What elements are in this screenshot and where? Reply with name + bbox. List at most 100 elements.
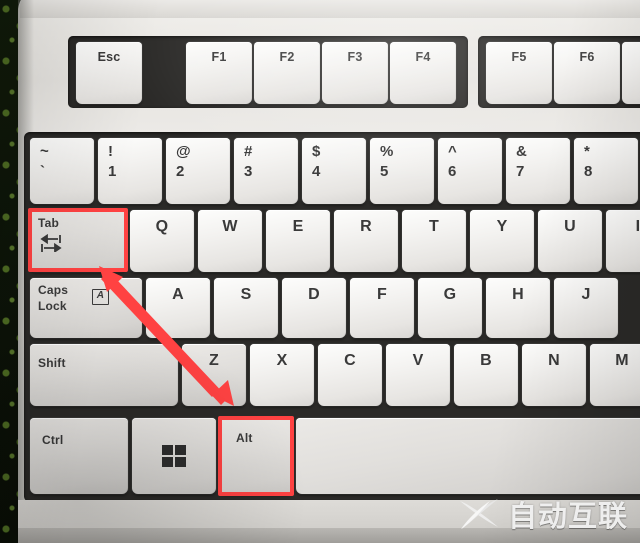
key-ctrl-left-label: Ctrl	[42, 433, 64, 447]
key-v[interactable]: V	[386, 344, 450, 406]
key-space[interactable]	[296, 418, 640, 494]
key-n[interactable]: N	[522, 344, 586, 406]
key-5-base: 5	[380, 163, 389, 180]
key-windows[interactable]	[132, 418, 216, 494]
key-f1[interactable]: F1	[186, 42, 252, 104]
key-q-label: Q	[155, 218, 169, 235]
key-2-shift: @	[176, 143, 191, 160]
key-s-label: S	[240, 286, 252, 303]
key-7-shift: &	[516, 143, 528, 160]
key-tab-label: Tab	[38, 216, 60, 230]
key-s[interactable]: S	[214, 278, 278, 338]
key-f3[interactable]: F3	[322, 42, 388, 104]
key-g[interactable]: G	[418, 278, 482, 338]
keyboard-photo: Esc F1 F2 F3 F4 F5 F6 F ~ ` ! 1 @ 2 # 3 …	[0, 0, 640, 543]
key-h-label: H	[512, 286, 524, 303]
key-f4-label: F4	[415, 50, 431, 64]
key-i-label: I	[635, 218, 640, 235]
key-d[interactable]: D	[282, 278, 346, 338]
key-shift-left-label: Shift	[38, 356, 66, 370]
watermark-text: 自动互联	[507, 499, 628, 533]
key-f2[interactable]: F2	[254, 42, 320, 104]
key-f[interactable]: F	[350, 278, 414, 338]
key-7[interactable]: & 7	[506, 138, 570, 204]
key-backtick-shift: ~	[40, 143, 49, 160]
key-f5-label: F5	[511, 50, 527, 64]
key-6[interactable]: ^ 6	[438, 138, 502, 204]
key-y[interactable]: Y	[470, 210, 534, 272]
key-f-label: F	[377, 286, 387, 303]
key-5[interactable]: % 5	[370, 138, 434, 204]
key-e[interactable]: E	[266, 210, 330, 272]
key-w[interactable]: W	[198, 210, 262, 272]
key-j[interactable]: J	[554, 278, 618, 338]
key-b-label: B	[480, 352, 492, 369]
key-c[interactable]: C	[318, 344, 382, 406]
key-4[interactable]: $ 4	[302, 138, 366, 204]
watermark-x-logo-icon	[459, 499, 498, 529]
key-2[interactable]: @ 2	[166, 138, 230, 204]
key-8-shift: *	[584, 143, 591, 160]
key-i[interactable]: I	[606, 210, 640, 272]
key-f7[interactable]: F	[622, 42, 640, 104]
key-alt-left[interactable]: Alt	[220, 418, 292, 494]
caps-lock-indicator-icon: A	[92, 289, 109, 305]
key-x-label: X	[276, 352, 288, 369]
key-q[interactable]: Q	[130, 210, 194, 272]
key-b[interactable]: B	[454, 344, 518, 406]
key-1[interactable]: ! 1	[98, 138, 162, 204]
key-5-shift: %	[380, 143, 394, 160]
key-caps-lock-line2: Lock	[38, 299, 67, 313]
key-f1-label: F1	[211, 50, 227, 64]
key-f4[interactable]: F4	[390, 42, 456, 104]
key-6-shift: ^	[448, 143, 457, 160]
key-e-label: E	[292, 218, 304, 235]
key-backtick[interactable]: ~ `	[30, 138, 94, 204]
key-z[interactable]: Z	[182, 344, 246, 406]
key-4-shift: $	[312, 143, 321, 160]
key-3[interactable]: # 3	[234, 138, 298, 204]
key-f2-label: F2	[279, 50, 295, 64]
key-g-label: G	[443, 286, 457, 303]
key-esc[interactable]: Esc	[76, 42, 142, 104]
key-f6-label: F6	[579, 50, 595, 64]
key-f6[interactable]: F6	[554, 42, 620, 104]
key-backtick-base: `	[40, 163, 46, 180]
key-h[interactable]: H	[486, 278, 550, 338]
tab-arrows-icon	[40, 234, 62, 252]
key-d-label: D	[308, 286, 320, 303]
key-f3-label: F3	[347, 50, 363, 64]
key-8[interactable]: * 8	[574, 138, 638, 204]
key-j-label: J	[581, 286, 591, 303]
key-m[interactable]: M	[590, 344, 640, 406]
key-z-label: Z	[209, 352, 219, 369]
key-v-label: V	[412, 352, 424, 369]
key-a-label: A	[172, 286, 184, 303]
key-1-base: 1	[108, 163, 117, 180]
key-alt-left-label: Alt	[236, 431, 253, 445]
key-3-shift: #	[244, 143, 253, 160]
key-m-label: M	[615, 352, 629, 369]
key-3-base: 3	[244, 163, 253, 180]
key-4-base: 4	[312, 163, 321, 180]
key-x[interactable]: X	[250, 344, 314, 406]
key-f5[interactable]: F5	[486, 42, 552, 104]
key-caps-lock[interactable]: Caps Lock A	[30, 278, 142, 338]
key-2-base: 2	[176, 163, 185, 180]
key-8-base: 8	[584, 163, 593, 180]
key-u[interactable]: U	[538, 210, 602, 272]
windows-logo-icon	[162, 445, 186, 467]
watermark: 自动互联	[458, 493, 628, 535]
key-shift-left[interactable]: Shift	[30, 344, 178, 406]
key-r[interactable]: R	[334, 210, 398, 272]
key-ctrl-left[interactable]: Ctrl	[30, 418, 128, 494]
key-r-label: R	[360, 218, 372, 235]
key-n-label: N	[548, 352, 560, 369]
key-caps-lock-line1: Caps	[38, 283, 69, 297]
key-7-base: 7	[516, 163, 525, 180]
key-t[interactable]: T	[402, 210, 466, 272]
key-f7-label: F	[622, 51, 640, 64]
key-t-label: T	[429, 218, 439, 235]
key-a[interactable]: A	[146, 278, 210, 338]
key-tab[interactable]: Tab	[30, 210, 126, 272]
